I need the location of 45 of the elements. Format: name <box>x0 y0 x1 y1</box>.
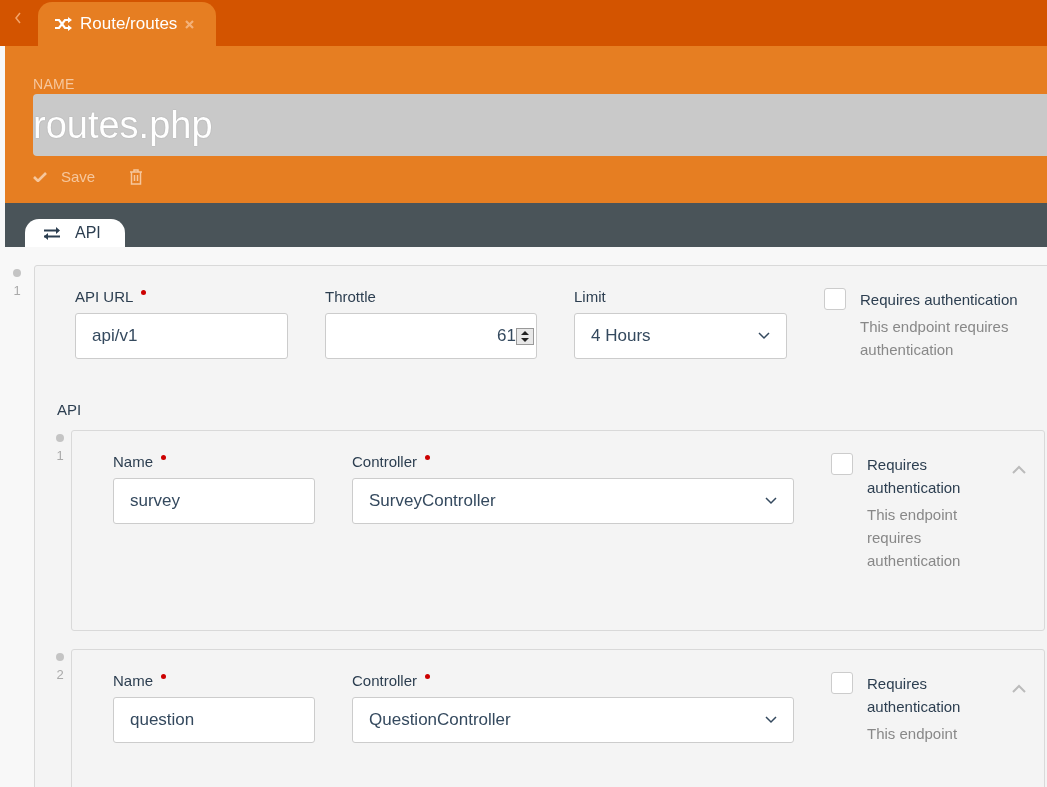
checkbox[interactable] <box>831 672 853 694</box>
field-label: API URL <box>75 288 288 305</box>
field-label: Throttle <box>325 288 377 305</box>
chevron-down-icon <box>765 716 777 724</box>
trash-icon[interactable] <box>129 168 144 185</box>
number-input[interactable]: 61 <box>325 313 537 359</box>
field-label: Controller <box>352 453 794 470</box>
row-dot <box>56 434 64 442</box>
back-chevron-icon[interactable] <box>14 12 22 24</box>
help-text: This endpoint <box>867 724 959 744</box>
field-label: Controller <box>352 672 794 689</box>
field-label: Name <box>113 672 315 689</box>
text-input[interactable]: question <box>113 697 315 743</box>
select-dropdown[interactable]: QuestionController <box>352 697 794 743</box>
checkbox-label: Requires authentication <box>860 290 1019 310</box>
select-dropdown[interactable]: SurveyController <box>352 478 794 524</box>
checkbox[interactable] <box>831 453 853 475</box>
checkbox[interactable] <box>824 288 846 310</box>
chevron-down-icon <box>758 332 770 340</box>
tab-title: Route/routes <box>80 14 178 34</box>
section-tab[interactable]: API <box>25 219 125 247</box>
help-text: This endpoint requires authentication <box>867 505 962 571</box>
collapse-caret-icon[interactable] <box>1012 684 1026 693</box>
row-dot <box>56 653 64 661</box>
select-dropdown[interactable]: 4 Hours <box>574 313 787 359</box>
row-number: 1 <box>13 283 21 298</box>
chevron-down-icon <box>765 497 777 505</box>
text-input[interactable]: survey <box>113 478 315 524</box>
name-label: NAME <box>33 76 76 92</box>
list-label: API <box>57 401 83 418</box>
help-text: This endpoint requires authentication <box>860 317 1010 360</box>
field-label: Limit <box>574 288 607 305</box>
checkmark-icon <box>33 171 47 182</box>
checkbox-label: Requires authentication <box>867 455 962 498</box>
row-number: 2 <box>56 667 64 682</box>
close-icon[interactable] <box>185 19 195 29</box>
row-dot <box>13 269 21 277</box>
checkbox-label: Requires authentication <box>867 674 962 717</box>
spinner-icon[interactable] <box>516 327 534 345</box>
text-input[interactable]: api/v1 <box>75 313 288 359</box>
collapse-caret-icon[interactable] <box>1012 465 1026 474</box>
shuffle-icon <box>54 17 72 31</box>
arrows-exchange-icon <box>43 226 61 240</box>
field-label: Name <box>113 453 315 470</box>
row-number: 1 <box>56 448 64 463</box>
